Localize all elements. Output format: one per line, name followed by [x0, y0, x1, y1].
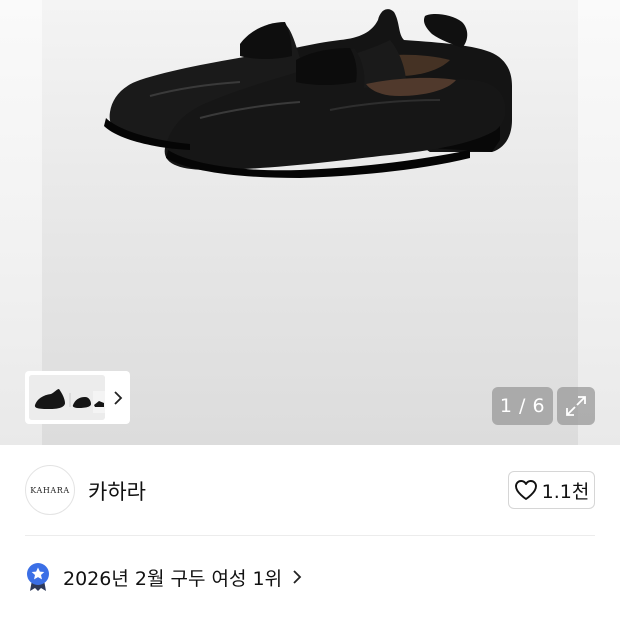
chevron-right-icon[interactable]	[106, 371, 130, 424]
chevron-right-icon	[293, 570, 302, 584]
ranking-text: 2026년 2월 구두 여성 1위	[63, 567, 283, 590]
brand-logo-text: KAHARA	[30, 485, 70, 495]
divider	[25, 535, 595, 536]
like-button[interactable]: 1.1천	[508, 471, 595, 509]
product-gallery[interactable]: 1 / 6	[0, 0, 620, 445]
image-counter: 1 / 6	[492, 387, 553, 425]
thumbnail-strip[interactable]	[25, 371, 130, 424]
brand-name[interactable]: 카하라	[88, 476, 146, 506]
brand-logo[interactable]: KAHARA	[25, 465, 75, 515]
expand-arrows-icon[interactable]	[557, 387, 595, 425]
brand-row: KAHARA 카하라 1.1천	[0, 445, 620, 535]
ranking-link[interactable]: 2026년 2월 구두 여성 1위	[25, 560, 302, 594]
thumbnail-image[interactable]	[29, 375, 105, 420]
like-count: 1.1천	[541, 480, 590, 503]
star-ribbon-badge-icon	[27, 563, 49, 591]
heart-outline-icon	[514, 480, 537, 500]
